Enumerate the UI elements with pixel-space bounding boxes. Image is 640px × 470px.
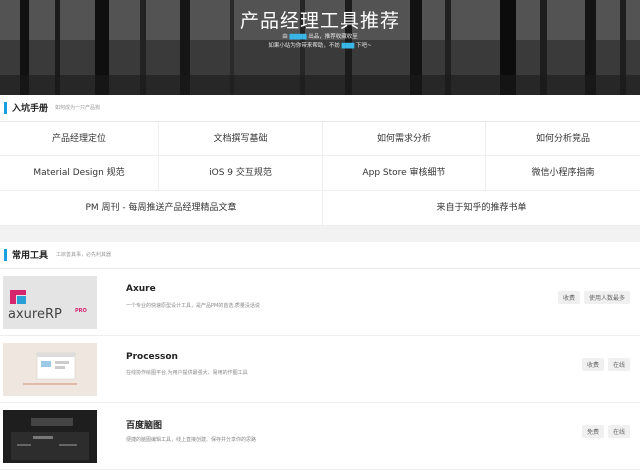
tool-tags: 收费 使用人数最多 [557, 291, 630, 304]
guide-link[interactable]: App Store 审核细节 [323, 156, 486, 191]
guide-link[interactable]: PM 周刊 - 每周推送产品经理精品文章 [0, 191, 323, 226]
author-link[interactable]: ▇▇▇▇ [290, 34, 307, 40]
section-accent-bar [4, 102, 7, 114]
axure-logo: axureRP PRO [3, 276, 97, 329]
tool-desc: 在线协作绘图平台,为用户提供最强大、易用的作图工具 [126, 370, 248, 376]
svg-text:axureRP: axureRP [8, 307, 62, 322]
tool-item[interactable]: axureRP PRO Axure 一个专业的快速原型设计工具，是产品PM的首选… [0, 269, 640, 336]
hero-sub1-b: 出品，推荐收藏收至 [308, 34, 358, 40]
tag-badge: 收费 [581, 358, 604, 371]
guide-link[interactable]: 来自于知乎的推荐书单 [323, 191, 640, 226]
tools-desc: 工欲善其事，必先利其器 [56, 252, 112, 258]
svg-text:PRO: PRO [75, 308, 87, 314]
tag-badge: 在线 [607, 358, 630, 371]
tool-name[interactable]: Axure [126, 284, 156, 294]
baidu-naotu-screenshot [3, 410, 97, 463]
tool-tags: 免费 在线 [581, 425, 630, 438]
guide-desc: 如何成为一只产品狗 [55, 105, 101, 111]
tag-badge: 使用人数最多 [583, 291, 630, 304]
tool-desc: 一个专业的快速原型设计工具，是产品PM的首选,质量没话说 [126, 303, 260, 309]
tool-desc: 便捷的脑图编辑工具，线上直接创建、保存并分享你的思路 [126, 437, 257, 443]
page-title: 产品经理工具推荐 [239, 10, 400, 32]
guide-link[interactable]: iOS 9 交互规范 [159, 156, 323, 191]
tool-item[interactable]: 百度脑图 便捷的脑图编辑工具，线上直接创建、保存并分享你的思路 免费 在线 [0, 403, 640, 470]
guide-link[interactable]: 文档撰写基础 [159, 122, 323, 156]
processon-screenshot [3, 343, 97, 396]
tools-section-header: 常用工具 工欲善其事，必先利其器 [0, 242, 640, 269]
hero-sub1-a: 由 [282, 34, 288, 40]
hero-banner: 产品经理工具推荐 由 ▇▇▇▇ 出品，推荐收藏收至 如果小站为你带来帮助，不妨 … [0, 0, 640, 95]
guide-section-header: 入坑手册 如何成为一只产品狗 [0, 95, 640, 122]
guide-link[interactable]: Material Design 规范 [0, 156, 159, 191]
donate-link[interactable]: ▇▇▇ [342, 43, 355, 49]
tag-badge: 收费 [557, 291, 580, 304]
guide-link[interactable]: 如何分析竞品 [486, 122, 640, 156]
tools-title: 常用工具 [12, 251, 49, 261]
guide-link[interactable]: 微信小程序指南 [486, 156, 640, 191]
tool-name[interactable]: Processon [126, 352, 178, 362]
guide-link[interactable]: 如何需求分析 [323, 122, 486, 156]
guide-grid: 产品经理定位 文档撰写基础 如何需求分析 如何分析竞品 Material Des… [0, 122, 640, 226]
hero-sub2-a: 如果小站为你带来帮助，不妨 [268, 43, 340, 49]
tag-badge: 免费 [581, 425, 604, 438]
tool-item[interactable]: Processon 在线协作绘图平台,为用户提供最强大、易用的作图工具 收费 在… [0, 336, 640, 403]
guide-title: 入坑手册 [12, 104, 49, 114]
tag-badge: 在线 [607, 425, 630, 438]
section-accent-bar [4, 249, 7, 261]
hero-subtitle-2: 如果小站为你带来帮助，不妨 ▇▇▇ 下吧~ [0, 42, 640, 51]
tool-tags: 收费 在线 [581, 358, 630, 371]
hero-subtitle-1: 由 ▇▇▇▇ 出品，推荐收藏收至 [0, 33, 640, 42]
hero-sub2-b: 下吧~ [356, 43, 372, 49]
guide-link[interactable]: 产品经理定位 [0, 122, 159, 156]
tool-name[interactable]: 百度脑图 [126, 418, 162, 431]
